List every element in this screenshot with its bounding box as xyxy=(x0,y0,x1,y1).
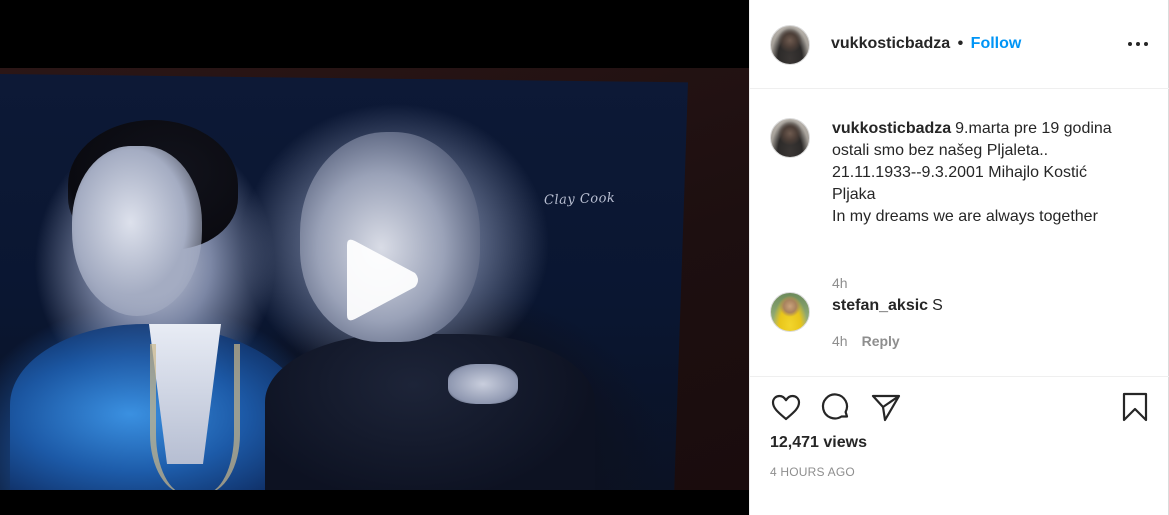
photographer-signature: Clay Cook xyxy=(543,190,616,209)
comment-text: stefan_aksic S xyxy=(832,295,1150,317)
medal-ribbon xyxy=(150,344,240,490)
post-actions: 12,471 views 4 HOURS AGO xyxy=(750,376,1169,515)
caption-line: In my dreams we are always together xyxy=(832,208,1098,225)
caption-line: 21.11.1933--9.3.2001 Mihajlo Kostić xyxy=(832,164,1087,181)
comment-content: S xyxy=(932,297,943,314)
avatar[interactable] xyxy=(770,25,810,65)
post-side-panel: vukkosticbadza • Follow vukkosticbadza 9.… xyxy=(749,0,1169,515)
separator-dot: • xyxy=(957,35,964,52)
post-header: vukkosticbadza • Follow xyxy=(750,0,1169,89)
comment-time[interactable]: 4h xyxy=(832,333,848,349)
reply-button[interactable]: Reply xyxy=(862,333,900,349)
caption-text: vukkosticbadza 9.marta pre 19 godina osta… xyxy=(832,118,1150,228)
caption-meta: 4h xyxy=(832,275,848,291)
share-icon[interactable] xyxy=(870,391,902,423)
dark-shirt xyxy=(265,334,595,490)
author-username[interactable]: vukkosticbadza xyxy=(831,35,950,52)
caption-line: 9.marta pre 19 godina xyxy=(955,120,1112,137)
comment: stefan_aksic S 4h Reply xyxy=(770,292,1150,352)
more-options-icon[interactable] xyxy=(1127,34,1149,54)
face-graduate xyxy=(72,146,202,316)
play-icon[interactable] xyxy=(333,235,423,325)
comment-username[interactable]: stefan_aksic xyxy=(832,297,928,314)
comments-section: vukkosticbadza 9.marta pre 19 godina osta… xyxy=(750,89,1169,376)
view-count[interactable]: 12,471 views xyxy=(770,434,867,452)
caption: vukkosticbadza 9.marta pre 19 godina osta… xyxy=(770,118,1150,291)
heart-icon[interactable] xyxy=(770,391,802,423)
caption-time[interactable]: 4h xyxy=(832,275,848,291)
bookmark-icon[interactable] xyxy=(1119,391,1151,423)
comment-icon[interactable] xyxy=(820,391,852,423)
post-timestamp[interactable]: 4 HOURS AGO xyxy=(770,465,855,479)
follow-button[interactable]: Follow xyxy=(971,35,1022,52)
avatar[interactable] xyxy=(770,118,810,158)
caption-line: Pljaka xyxy=(832,186,876,203)
caption-line: ostali smo bez našeg Pljaleta.. xyxy=(832,142,1049,159)
caption-username[interactable]: vukkosticbadza xyxy=(832,120,951,137)
post-media[interactable]: Clay Cook xyxy=(0,0,749,515)
comment-meta: 4h Reply xyxy=(832,333,900,349)
post-author: vukkosticbadza • Follow xyxy=(831,35,1021,53)
avatar[interactable] xyxy=(770,292,810,332)
hand-on-shoulder xyxy=(448,364,518,404)
